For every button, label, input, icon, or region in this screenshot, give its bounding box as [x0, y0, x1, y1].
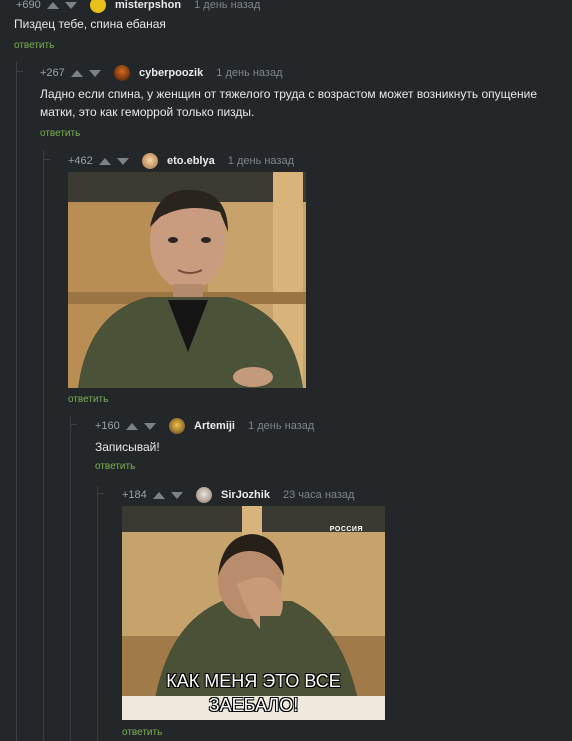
username[interactable]: Artemiji — [194, 420, 235, 432]
avatar[interactable] — [89, 0, 106, 13]
username[interactable]: SirJozhik — [221, 489, 270, 501]
username[interactable]: cyberpoozik — [139, 67, 203, 79]
comment-text: Записывай! — [95, 440, 160, 454]
comment-header: +267 cyberpoozik 1 день назад — [40, 65, 283, 81]
down-arrow-icon[interactable] — [143, 422, 156, 430]
thread-tick — [70, 424, 77, 425]
rating: +184 — [122, 488, 147, 501]
comment-header: +184 SirJozhik 23 часа назад — [122, 487, 354, 503]
timestamp: 1 день назад — [216, 66, 283, 79]
thread-tick — [97, 493, 104, 494]
reply-button[interactable]: ответить — [68, 394, 108, 405]
timestamp: 23 часа назад — [283, 488, 355, 501]
comment-image[interactable]: РОССИЯ КАК МЕНЯ ЭТО ВСЕ ЗАЕБАЛО! — [122, 506, 385, 720]
thread-line — [97, 486, 98, 741]
up-arrow-icon[interactable] — [98, 157, 111, 165]
man-photo — [68, 172, 306, 388]
avatar[interactable] — [195, 487, 212, 503]
up-arrow-icon[interactable] — [125, 422, 138, 430]
comment-text: Пиздец тебе, спина ебаная — [14, 17, 166, 31]
up-arrow-icon[interactable] — [46, 1, 59, 9]
username[interactable]: misterpshon — [115, 0, 181, 11]
up-arrow-icon[interactable] — [70, 69, 83, 77]
username[interactable]: eto.eblya — [167, 155, 215, 167]
comment-header: +462 eto.eblya 1 день назад — [68, 153, 294, 169]
down-arrow-icon[interactable] — [88, 69, 101, 77]
comment-header: +690 misterpshon 1 день назад — [16, 0, 260, 13]
reply-button[interactable]: ответить — [122, 727, 162, 738]
comment-image[interactable] — [68, 172, 306, 388]
reply-button[interactable]: ответить — [40, 128, 80, 139]
down-arrow-icon[interactable] — [64, 1, 77, 9]
down-arrow-icon[interactable] — [170, 491, 183, 499]
thread-tick — [43, 159, 50, 160]
rating: +690 — [16, 0, 41, 11]
timestamp: 1 день назад — [227, 154, 295, 167]
avatar[interactable] — [168, 418, 185, 434]
rating: +160 — [95, 419, 120, 432]
comment-text: Ладно если спина, у женщин от тяжелого т… — [40, 87, 538, 119]
down-arrow-icon[interactable] — [116, 157, 129, 165]
rating: +267 — [40, 66, 65, 79]
up-arrow-icon[interactable] — [152, 491, 165, 499]
caption-line-2: ЗАЕБАЛО! — [208, 695, 299, 715]
avatar[interactable] — [113, 65, 130, 81]
thread-line — [16, 62, 17, 741]
channel-logo: РОССИЯ — [329, 526, 363, 533]
timestamp: 1 день назад — [194, 0, 261, 11]
thread-tick — [16, 71, 23, 72]
reply-button[interactable]: ответить — [95, 461, 135, 472]
reply-button[interactable]: ответить — [14, 40, 54, 51]
avatar[interactable] — [141, 153, 158, 169]
rating: +462 — [68, 154, 93, 167]
timestamp: 1 день назад — [248, 419, 315, 432]
comment-header: +160 Artemiji 1 день назад — [95, 418, 314, 434]
caption-line-1: КАК МЕНЯ ЭТО ВСЕ — [166, 671, 341, 691]
thread-line — [70, 416, 71, 741]
thread-line — [43, 150, 44, 741]
